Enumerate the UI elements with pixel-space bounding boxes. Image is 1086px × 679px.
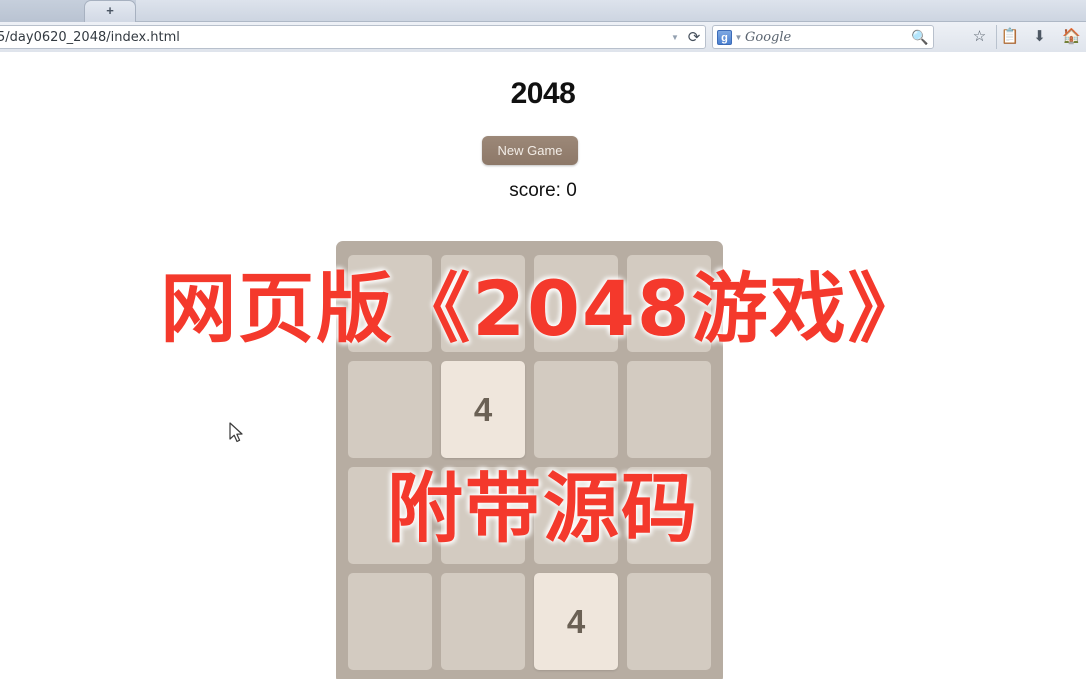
library-icon[interactable]: 📋 [996,25,1023,49]
game-cell-empty [348,255,432,352]
game-cell-empty [348,573,432,670]
download-arrow-icon[interactable]: ⬇ [1026,25,1053,49]
url-input[interactable]: 5/day0620_2048/index.html [0,30,667,45]
tab-strip: + [0,0,1086,22]
browser-chrome: + 5/day0620_2048/index.html ▼ ⟳ g ▼ Goog… [0,0,1086,52]
game-tile: 4 [534,573,618,670]
home-icon[interactable]: 🏠 [1058,25,1085,49]
game-cell-empty [441,255,525,352]
game-cell-empty [348,361,432,458]
magnifier-icon[interactable]: 🔍 [907,29,933,46]
game-cell-empty [627,361,711,458]
game-cell-empty [627,573,711,670]
reload-icon[interactable]: ⟳ [683,28,705,46]
chevron-down-icon[interactable]: ▼ [667,33,683,42]
page-viewport: 2048 New Game score: 0 44 网页版《2048游戏》 附带… [0,52,1086,679]
tab-strip-background [136,0,1086,22]
game-cell-empty [627,467,711,564]
game-cell-empty [534,467,618,564]
game-cell-empty [348,467,432,564]
navigation-toolbar: 5/day0620_2048/index.html ▼ ⟳ g ▼ Google… [0,22,1086,52]
arrow-pointer-icon [229,422,243,443]
game-cell-empty [441,467,525,564]
chevron-down-icon[interactable]: ▼ [732,33,745,42]
new-game-button[interactable]: New Game [482,136,578,165]
page-title: 2048 [510,77,576,110]
game-cell-empty [534,255,618,352]
screen: + 5/day0620_2048/index.html ▼ ⟳ g ▼ Goog… [0,0,1086,679]
address-bar[interactable]: 5/day0620_2048/index.html ▼ ⟳ [0,25,706,49]
new-tab-button[interactable]: + [84,0,136,22]
game-cell-empty [627,255,711,352]
google-favicon-icon[interactable]: g [717,29,732,45]
game-tile: 4 [441,361,525,458]
game-board[interactable]: 44 [336,241,723,679]
star-icon[interactable]: ☆ [966,25,993,49]
game-cell-empty [441,573,525,670]
search-bar[interactable]: g ▼ Google 🔍 [712,25,934,49]
game-cell-empty [534,361,618,458]
score-display: score: 0 [509,180,577,201]
search-input[interactable]: Google [745,30,907,45]
